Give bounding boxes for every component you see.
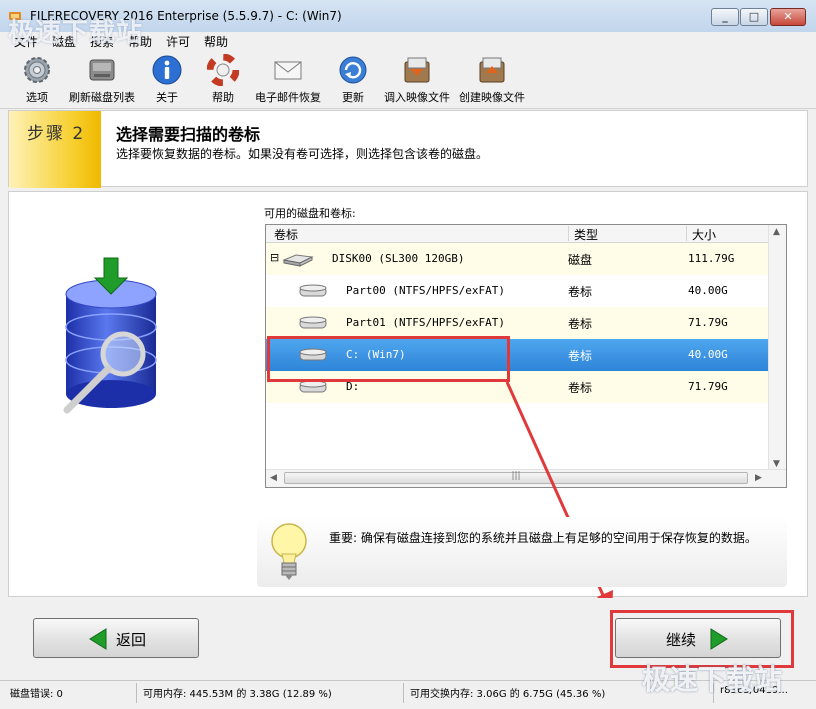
arrow-left-icon bbox=[89, 628, 107, 650]
column-header-type[interactable]: 类型 bbox=[574, 226, 598, 243]
maximize-button[interactable]: □ bbox=[740, 8, 768, 26]
toolbar-update-button[interactable]: 更新 bbox=[335, 54, 371, 105]
toolbar: 选项 刷新磁盘列表 关于 帮助 电子邮件恢复 更新 调入映像文件 创建映像文件 bbox=[0, 50, 816, 109]
volume-size: 111.79G bbox=[688, 252, 735, 265]
update-icon bbox=[339, 56, 367, 84]
toolbar-create-image-button[interactable]: 创建映像文件 bbox=[458, 54, 526, 105]
database-search-icon bbox=[63, 257, 157, 414]
load-image-icon bbox=[404, 57, 430, 83]
toolbar-label: 更新 bbox=[342, 91, 364, 104]
create-image-icon bbox=[479, 57, 505, 83]
scroll-left-icon[interactable]: ◀ bbox=[270, 473, 277, 483]
lifebuoy-icon bbox=[207, 54, 239, 86]
step-badge: 步骤 2 bbox=[9, 111, 101, 188]
list-header: 卷标 类型 大小 bbox=[266, 225, 770, 243]
close-button[interactable]: ✕ bbox=[770, 8, 806, 26]
vertical-scrollbar[interactable]: ▲ ▼ bbox=[768, 225, 786, 471]
status-available-swap: 可用交换内存: 3.06G 的 6.75G (45.36 %) bbox=[410, 689, 606, 700]
toolbar-about-button[interactable]: 关于 bbox=[149, 54, 185, 105]
step-header: 步骤 2 选择需要扫描的卷标 选择要恢复数据的卷标。如果没有卷可选择，则选择包含… bbox=[8, 110, 808, 188]
horizontal-scroll-thumb[interactable]: ||| bbox=[284, 471, 748, 484]
volume-size: 40.00G bbox=[688, 284, 728, 297]
toolbar-label: 电子邮件恢复 bbox=[255, 91, 321, 104]
refresh-disk-icon bbox=[89, 59, 115, 81]
horizontal-scrollbar[interactable]: ◀ ||| ▶ bbox=[266, 469, 786, 487]
volume-name: DISK00 (SL300 120GB) bbox=[332, 252, 465, 265]
toolbar-label: 创建映像文件 bbox=[459, 91, 525, 104]
list-row-part01[interactable]: Part01 (NTFS/HPFS/exFAT) 卷标 71.79G bbox=[266, 307, 770, 339]
volume-type: 磁盘 bbox=[568, 253, 593, 267]
toolbar-label: 选项 bbox=[26, 91, 48, 104]
status-disk-errors: 磁盘错误: 0 bbox=[10, 689, 63, 700]
scroll-grip-icon: ||| bbox=[511, 471, 521, 481]
volume-icon bbox=[299, 316, 327, 329]
volume-icon bbox=[299, 284, 327, 297]
toolbar-load-image-button[interactable]: 调入映像文件 bbox=[384, 54, 450, 105]
toolbar-label: 刷新磁盘列表 bbox=[69, 91, 135, 104]
scroll-up-icon[interactable]: ▲ bbox=[773, 227, 780, 237]
back-button-label: 返回 bbox=[116, 631, 147, 649]
info-icon bbox=[152, 55, 182, 85]
step-description: 选择要恢复数据的卷标。如果没有卷可选择，则选择包含该卷的磁盘。 bbox=[116, 147, 489, 161]
volume-name: Part01 (NTFS/HPFS/exFAT) bbox=[346, 316, 505, 329]
list-row-part00[interactable]: Part00 (NTFS/HPFS/exFAT) 卷标 40.00G bbox=[266, 275, 770, 307]
scroll-right-icon[interactable]: ▶ bbox=[755, 473, 762, 483]
close-icon: ✕ bbox=[783, 10, 793, 23]
notice-text: 重要: 确保有磁盘连接到您的系统并且磁盘上有足够的空间用于保存恢复的数据。 bbox=[329, 531, 757, 545]
expand-toggle-icon[interactable]: ⊟ bbox=[270, 251, 279, 264]
minimize-icon: _ bbox=[722, 10, 728, 23]
watermark: 极速下载站 bbox=[8, 18, 144, 48]
lightbulb-icon bbox=[271, 523, 307, 580]
main-panel: 可用的磁盘和卷标: 卷标 类型 大小 ⊟ DISK00 (SL300 120GB… bbox=[8, 191, 808, 598]
volume-type: 卷标 bbox=[568, 381, 593, 395]
menu-license[interactable]: 许可 bbox=[166, 33, 190, 50]
column-separator bbox=[568, 226, 569, 241]
toolbar-refresh-disks-button[interactable]: 刷新磁盘列表 bbox=[66, 54, 138, 105]
toolbar-label: 帮助 bbox=[212, 91, 234, 104]
column-header-size[interactable]: 大小 bbox=[692, 226, 716, 243]
list-row-disk00[interactable]: ⊟ DISK00 (SL300 120GB) 磁盘 111.79G bbox=[266, 243, 770, 275]
envelope-icon bbox=[274, 61, 302, 80]
disk-icon bbox=[282, 254, 314, 267]
step-title: 选择需要扫描的卷标 bbox=[116, 125, 261, 144]
volume-type: 卷标 bbox=[568, 317, 593, 331]
scroll-down-icon[interactable]: ▼ bbox=[773, 459, 780, 469]
watermark: 极速下载站 bbox=[642, 663, 783, 696]
status-separator bbox=[136, 683, 137, 703]
toolbar-label: 关于 bbox=[156, 91, 178, 104]
volume-size: 71.79G bbox=[688, 380, 728, 393]
minimize-button[interactable]: _ bbox=[711, 8, 739, 26]
volume-size: 40.00G bbox=[688, 348, 728, 361]
gear-icon bbox=[24, 57, 50, 83]
toolbar-options-button[interactable]: 选项 bbox=[18, 54, 56, 105]
volume-list-label: 可用的磁盘和卷标: bbox=[264, 207, 356, 220]
toolbar-help-button[interactable]: 帮助 bbox=[205, 54, 241, 105]
step-number: 步骤 2 bbox=[27, 124, 86, 144]
volume-type: 卷标 bbox=[568, 285, 593, 299]
volume-size: 71.79G bbox=[688, 316, 728, 329]
volume-type: 卷标 bbox=[568, 349, 593, 363]
column-separator bbox=[686, 226, 687, 241]
notice-box: 重要: 确保有磁盘连接到您的系统并且磁盘上有足够的空间用于保存恢复的数据。 bbox=[257, 517, 787, 587]
status-separator bbox=[403, 683, 404, 703]
status-available-memory: 可用内存: 445.53M 的 3.38G (12.89 %) bbox=[143, 689, 332, 700]
maximize-icon: □ bbox=[748, 10, 760, 23]
selection-highlight-box bbox=[267, 336, 510, 382]
menu-help[interactable]: 帮助 bbox=[204, 33, 228, 50]
volume-name: Part00 (NTFS/HPFS/exFAT) bbox=[346, 284, 505, 297]
toolbar-label: 调入映像文件 bbox=[384, 91, 450, 104]
toolbar-email-recovery-button[interactable]: 电子邮件恢复 bbox=[253, 54, 323, 105]
column-header-volume[interactable]: 卷标 bbox=[274, 226, 298, 243]
back-button[interactable]: 返回 bbox=[33, 618, 199, 658]
